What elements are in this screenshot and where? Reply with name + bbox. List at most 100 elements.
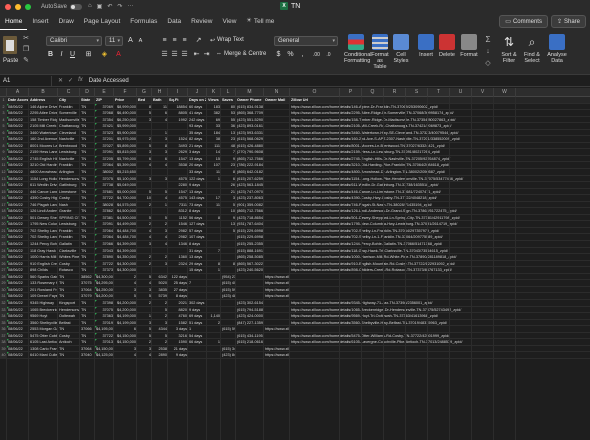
column-header-i[interactable]: I xyxy=(168,88,188,97)
more-icon[interactable]: ··· xyxy=(127,3,133,10)
format-as-table-button[interactable]: Format as Table xyxy=(370,34,390,70)
align-bottom-icon[interactable]: ≡ xyxy=(180,36,189,46)
increase-indent-icon[interactable]: ⇥ xyxy=(202,50,211,60)
cell[interactable] xyxy=(207,352,221,359)
analyse-data-button[interactable]: Analyse Data xyxy=(546,34,568,64)
close-window-icon[interactable] xyxy=(5,3,11,10)
align-right-icon[interactable]: ☰ xyxy=(180,50,189,60)
conditional-formatting-button[interactable]: Conditional Formatting xyxy=(344,34,372,64)
fill-color-icon[interactable]: ◈ xyxy=(100,50,109,60)
column-header-u[interactable]: U xyxy=(450,88,472,97)
tab-formulas[interactable]: Formulas xyxy=(125,13,162,30)
borders-icon[interactable]: ⊞ xyxy=(84,50,93,60)
tab-page-layout[interactable]: Page Layout xyxy=(79,13,126,30)
tab-home[interactable]: Home xyxy=(0,13,28,30)
increase-decimal-icon[interactable]: .00 xyxy=(312,50,321,60)
orientation-icon[interactable]: ↗ xyxy=(194,36,203,46)
column-header-h[interactable]: H xyxy=(152,88,168,97)
column-header-b[interactable]: B xyxy=(29,88,58,97)
tab-draw[interactable]: Draw xyxy=(54,13,79,30)
cell[interactable]: 37040 xyxy=(80,352,95,359)
cell[interactable]: TN xyxy=(58,352,80,359)
select-all-corner[interactable] xyxy=(0,88,7,97)
tab-insert[interactable]: Insert xyxy=(27,13,53,30)
clear-icon[interactable]: ◇ xyxy=(484,60,492,68)
name-box[interactable]: A1 xyxy=(0,75,52,86)
copy-icon[interactable]: ❐ xyxy=(22,46,30,54)
number-format-dropdown[interactable]: General ▾ xyxy=(274,36,338,46)
cell[interactable]: (423) 840-7069 xyxy=(221,352,236,359)
column-header-f[interactable]: F xyxy=(114,88,137,97)
share-button[interactable]: ⇪ Share xyxy=(550,15,586,28)
cell[interactable]: $4,125,000 xyxy=(95,352,114,359)
minimize-window-icon[interactable] xyxy=(15,3,21,10)
align-center-icon[interactable]: ☰ xyxy=(170,50,179,60)
column-header-m[interactable]: M xyxy=(236,88,264,97)
align-left-icon[interactable]: ☰ xyxy=(160,50,169,60)
column-header-w[interactable]: W xyxy=(494,88,516,97)
format-painter-icon[interactable]: ✎ xyxy=(22,57,30,65)
sort-filter-button[interactable]: ⇅ Sort & Filter xyxy=(498,34,520,64)
autosave-toggle[interactable] xyxy=(70,3,83,10)
undo-icon[interactable]: ↶ xyxy=(107,3,112,10)
column-header-s[interactable]: S xyxy=(406,88,428,97)
font-color-icon[interactable]: A xyxy=(114,50,123,60)
font-size-dropdown[interactable]: 11 ▾ xyxy=(105,36,123,46)
confirm-icon[interactable]: ✓ xyxy=(68,77,73,84)
currency-icon[interactable]: $ xyxy=(274,50,283,60)
insert-cells-button[interactable]: Insert xyxy=(418,34,434,58)
home-icon[interactable]: ⌂ xyxy=(88,3,92,10)
save-icon[interactable]: ▣ xyxy=(97,3,103,10)
wrap-text-button[interactable]: ↩ Wrap Text xyxy=(210,37,244,44)
cell[interactable] xyxy=(236,352,264,359)
column-header-k[interactable]: K xyxy=(207,88,221,97)
column-header-d[interactable]: D xyxy=(80,88,95,97)
format-cells-button[interactable]: Format xyxy=(460,34,478,58)
cell[interactable]: 9 days xyxy=(168,352,188,359)
tab-review[interactable]: Review xyxy=(186,13,217,30)
align-top-icon[interactable]: ≡ xyxy=(160,36,169,46)
comma-button[interactable]: , xyxy=(298,50,307,60)
column-header-r[interactable]: R xyxy=(384,88,406,97)
fill-icon[interactable]: ↓ xyxy=(484,48,492,56)
decrease-font-icon[interactable]: A xyxy=(136,36,145,46)
cell[interactable]: 2890 xyxy=(152,352,168,359)
merge-center-button[interactable]: ⇔ Merge & Centre xyxy=(216,51,266,57)
maximize-window-icon[interactable] xyxy=(25,3,31,10)
tell-me-search[interactable]: ☀ Tell me xyxy=(241,13,279,30)
column-header-j[interactable]: J xyxy=(188,88,207,97)
column-header-t[interactable]: T xyxy=(428,88,450,97)
underline-button[interactable]: U xyxy=(68,50,77,60)
spreadsheet-grid[interactable]: ABCDEFGHIJKLMNOPQRSTUVW 1Date AccessedAd… xyxy=(0,88,590,440)
formula-input[interactable]: Date Accessed xyxy=(89,78,129,84)
font-name-dropdown[interactable]: Calibri ▾ xyxy=(46,36,102,46)
align-middle-icon[interactable]: ≡ xyxy=(170,36,179,46)
column-header-c[interactable]: C xyxy=(58,88,80,97)
column-header-e[interactable]: E xyxy=(95,88,114,97)
cell[interactable]: 4 xyxy=(137,352,152,359)
column-header-q[interactable]: Q xyxy=(362,88,384,97)
fx-icon[interactable]: fx xyxy=(78,77,83,84)
tab-data[interactable]: Data xyxy=(162,13,186,30)
column-header-a[interactable]: A xyxy=(7,88,29,97)
tab-view[interactable]: View xyxy=(217,13,241,30)
autosum-icon[interactable]: Σ xyxy=(484,36,492,44)
cell[interactable]: 6410 Mani Cullecca xyxy=(29,352,58,359)
cell[interactable]: https://www.zillow.com/homedetails/6410-… xyxy=(264,352,290,359)
cell[interactable]: 4 xyxy=(114,352,137,359)
increase-font-icon[interactable]: A xyxy=(126,36,135,46)
delete-cells-button[interactable]: Delete xyxy=(438,34,456,58)
percent-button[interactable]: % xyxy=(286,50,295,60)
column-header-v[interactable]: V xyxy=(472,88,494,97)
column-header-p[interactable]: P xyxy=(340,88,362,97)
decrease-decimal-icon[interactable]: .0 xyxy=(324,50,333,60)
column-header-n[interactable]: N xyxy=(264,88,290,97)
bold-button[interactable]: B xyxy=(46,50,55,60)
cancel-icon[interactable]: ✕ xyxy=(58,77,63,84)
cell[interactable]: 08/06/22 xyxy=(7,352,29,359)
cell[interactable] xyxy=(188,352,207,359)
autosave-control[interactable]: AutoSave xyxy=(41,3,83,10)
column-header-o[interactable]: O xyxy=(290,88,340,97)
column-header-l[interactable]: L xyxy=(221,88,236,97)
redo-icon[interactable]: ↷ xyxy=(117,3,122,10)
